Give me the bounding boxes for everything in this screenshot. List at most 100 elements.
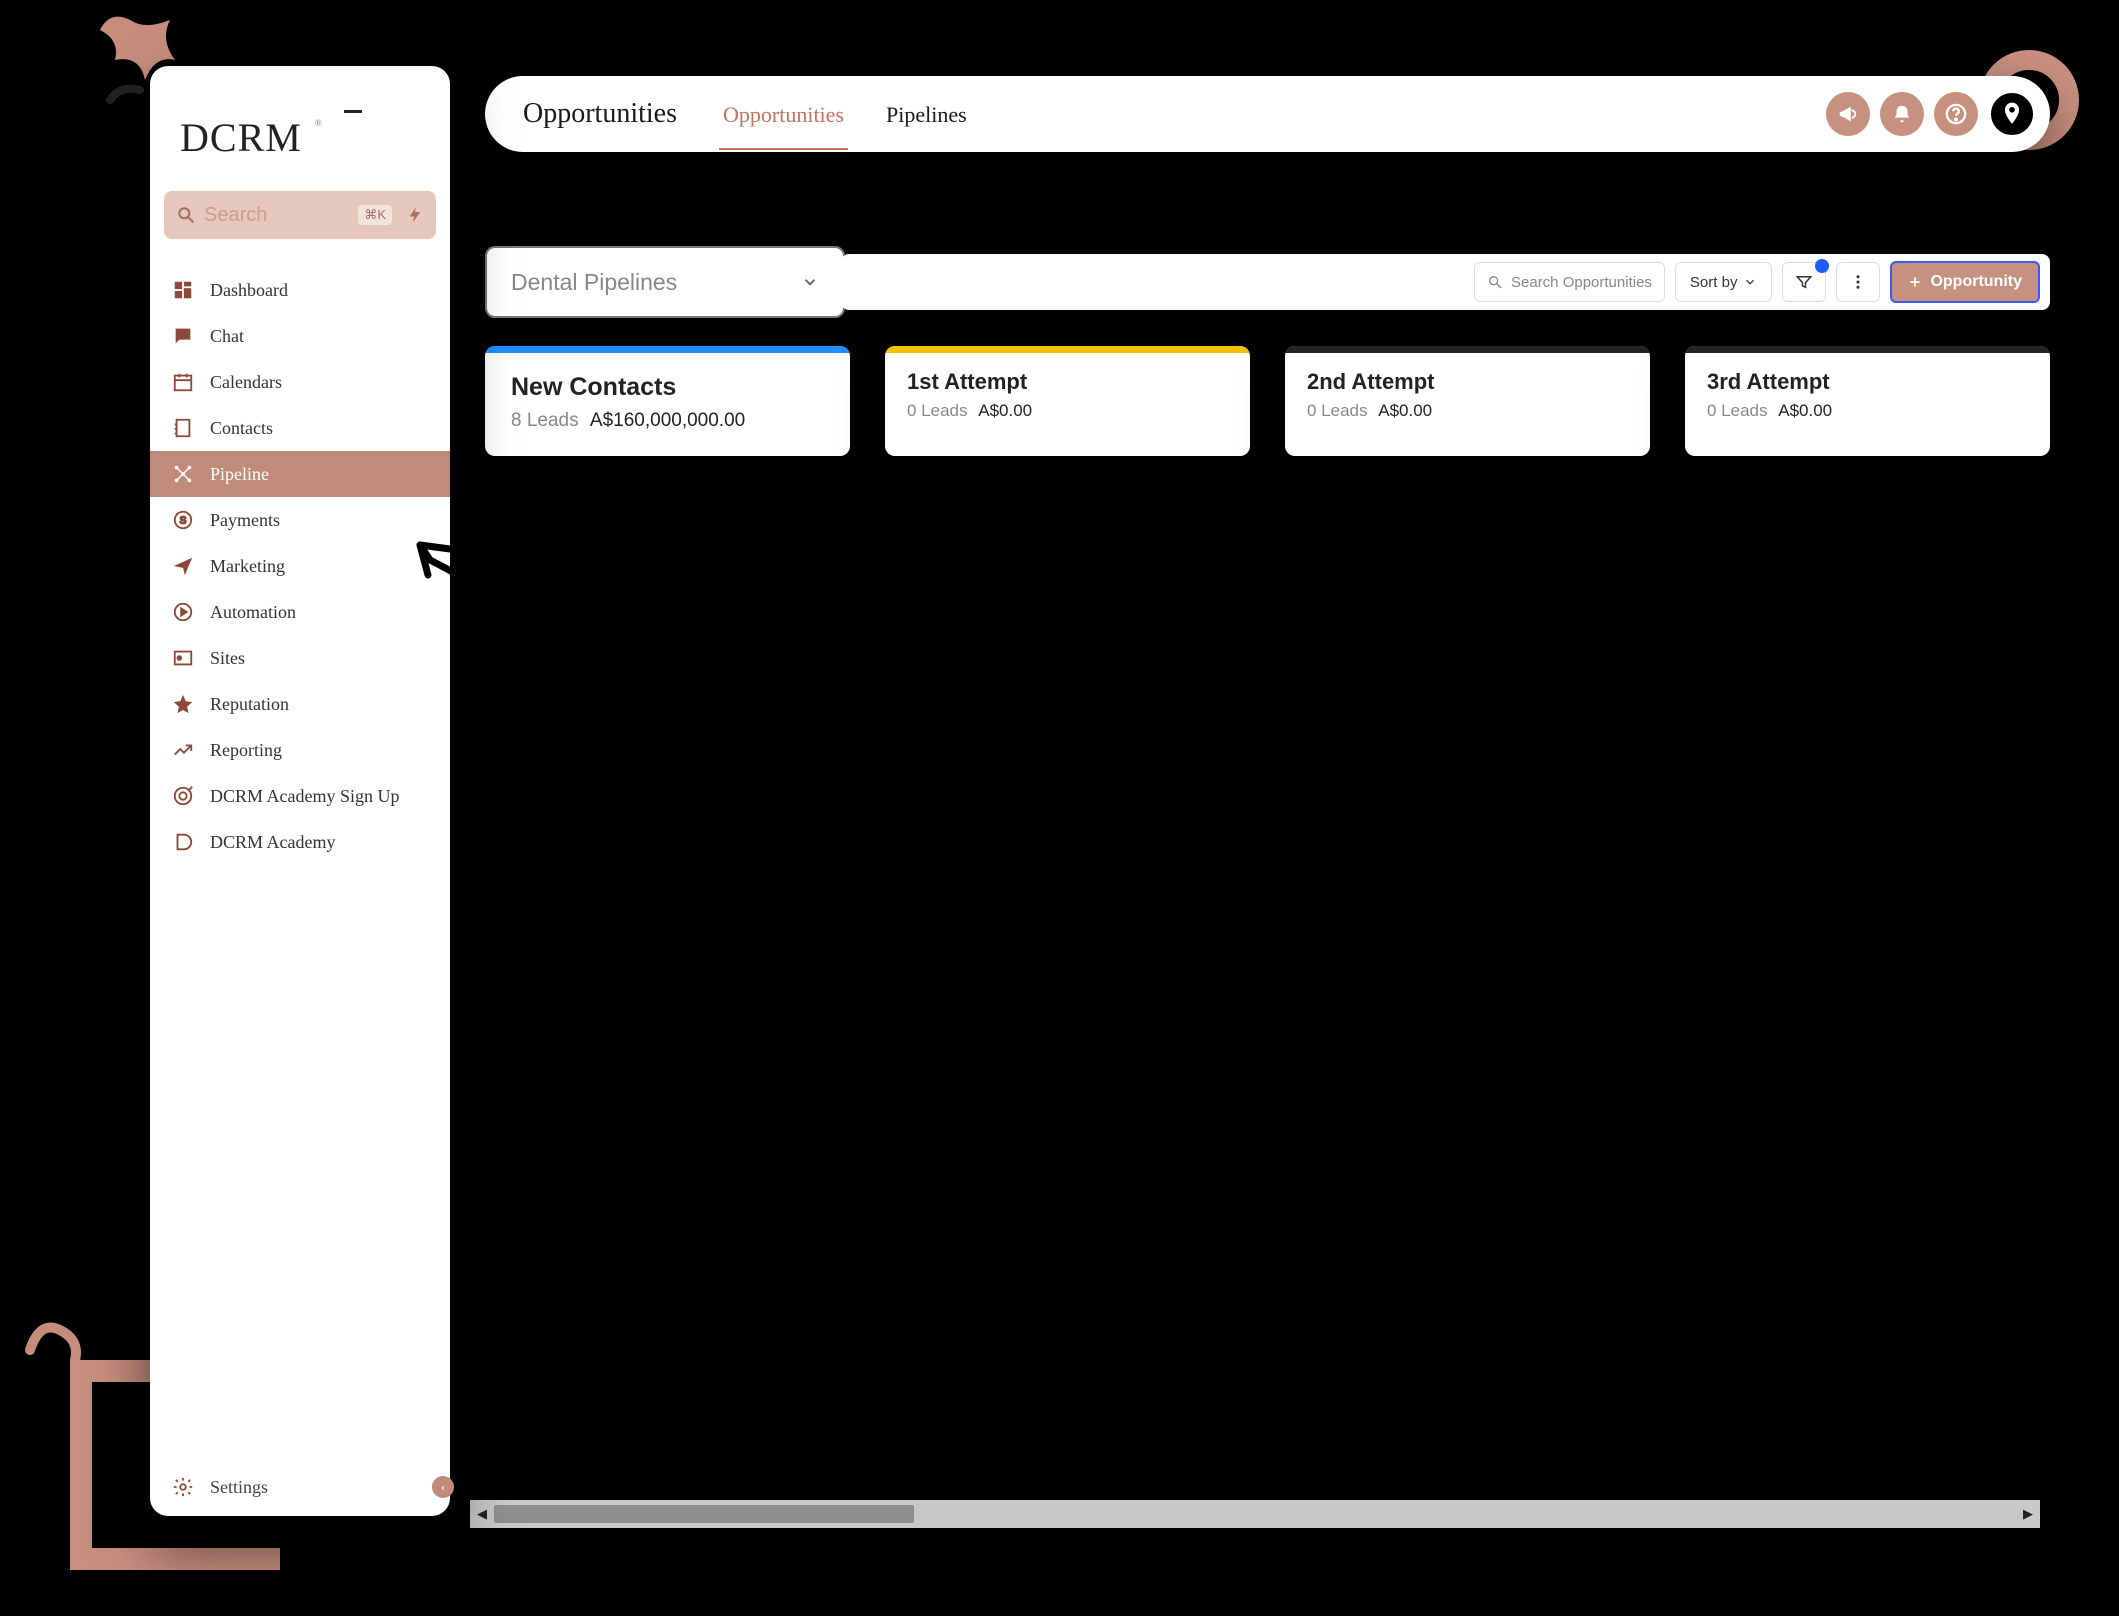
d-icon [172, 831, 194, 853]
sidebar-item-dashboard[interactable]: Dashboard [150, 267, 450, 313]
sidebar-item-label: Reputation [210, 694, 289, 715]
announcements-button[interactable] [1826, 92, 1870, 136]
toolbar-strip: Search Opportunities Sort by Opportunity [841, 254, 2050, 310]
sidebar-item-label: Reporting [210, 740, 282, 761]
sidebar-item-label: Calendars [210, 372, 282, 393]
sidebar-item-chat[interactable]: Chat [150, 313, 450, 359]
automation-icon [172, 601, 194, 623]
sidebar-item-contacts[interactable]: Contacts [150, 405, 450, 451]
global-search-input[interactable]: Search ⌘K [164, 191, 436, 239]
user-avatar[interactable] [1988, 90, 2036, 138]
plus-icon [1908, 275, 1922, 289]
add-opportunity-label: Opportunity [1930, 273, 2022, 291]
contacts-icon [172, 417, 194, 439]
avatar-icon [1995, 97, 2029, 131]
bell-icon [1891, 103, 1913, 125]
sidebar-collapse-button[interactable]: ‹ [432, 1476, 454, 1498]
pipeline-icon [172, 463, 194, 485]
stage-leads: 0 Leads [907, 401, 968, 420]
brand-text: DCRM [180, 115, 302, 160]
search-opportunities-placeholder: Search Opportunities [1511, 274, 1652, 291]
add-opportunity-button[interactable]: Opportunity [1890, 261, 2040, 303]
stage-card[interactable]: New Contacts 8 Leads A$160,000,000.00 [485, 346, 850, 456]
sidebar-item-label: Payments [210, 510, 280, 531]
toolbar: Dental Pipelines Search Opportunities So… [485, 246, 2050, 318]
search-opportunities-input[interactable]: Search Opportunities [1474, 262, 1665, 302]
bolt-icon [406, 206, 424, 224]
stage-value: A$0.00 [978, 401, 1032, 420]
pipeline-select-value: Dental Pipelines [511, 269, 677, 296]
chevron-down-icon [1743, 275, 1757, 289]
kebab-icon [1849, 273, 1867, 291]
sidebar-item-label: DCRM Academy Sign Up [210, 786, 400, 807]
payments-icon: S [172, 509, 194, 531]
sidebar-item-reporting[interactable]: Reporting [150, 727, 450, 773]
page-title: Opportunities [523, 98, 677, 130]
stage-leads: 0 Leads [1307, 401, 1368, 420]
stage-card[interactable]: 2nd Attempt 0 Leads A$0.00 [1285, 346, 1650, 456]
filter-icon [1795, 273, 1813, 291]
sort-by-button[interactable]: Sort by [1675, 262, 1773, 302]
sidebar-item-label: Sites [210, 648, 245, 669]
target-icon [172, 785, 194, 807]
stage-meta: 0 Leads A$0.00 [1307, 401, 1628, 421]
chat-icon [172, 325, 194, 347]
scroll-left-arrow[interactable]: ◀ [470, 1500, 494, 1528]
scrollbar-thumb[interactable] [494, 1505, 914, 1523]
megaphone-icon [1837, 103, 1859, 125]
stage-value: A$160,000,000.00 [590, 410, 745, 431]
marketing-icon [172, 555, 194, 577]
calendar-icon [172, 371, 194, 393]
pipeline-stages: New Contacts 8 Leads A$160,000,000.00 1s… [485, 346, 2050, 456]
stage-leads: 0 Leads [1707, 401, 1768, 420]
stage-name: 2nd Attempt [1307, 369, 1628, 395]
stage-name: 3rd Attempt [1707, 369, 2028, 395]
sidebar-item-label: Dashboard [210, 280, 288, 301]
hand-drawn-arrow [400, 525, 580, 725]
stage-value: A$0.00 [1378, 401, 1432, 420]
search-shortcut-badge: ⌘K [358, 205, 392, 225]
sidebar-nav: Dashboard Chat Calendars Contacts Pipeli… [150, 259, 450, 1458]
help-icon [1945, 103, 1967, 125]
filter-active-indicator [1815, 259, 1829, 273]
sidebar-item-academy-signup[interactable]: DCRM Academy Sign Up [150, 773, 450, 819]
stage-meta: 0 Leads A$0.00 [907, 401, 1228, 421]
search-icon [1487, 274, 1503, 290]
search-icon [176, 205, 196, 225]
dashboard-icon [172, 279, 194, 301]
gear-icon [172, 1476, 194, 1498]
help-button[interactable] [1934, 92, 1978, 136]
sidebar-item-label: Chat [210, 326, 244, 347]
filter-button[interactable] [1782, 262, 1826, 302]
stage-name: New Contacts [511, 373, 824, 402]
stage-card[interactable]: 3rd Attempt 0 Leads A$0.00 [1685, 346, 2050, 456]
sidebar-item-label: Marketing [210, 556, 285, 577]
chevron-down-icon [801, 273, 819, 291]
star-icon [172, 693, 194, 715]
sidebar-item-calendars[interactable]: Calendars [150, 359, 450, 405]
stage-value: A$0.00 [1778, 401, 1832, 420]
sidebar-item-label: Contacts [210, 418, 273, 439]
sidebar-item-pipeline[interactable]: Pipeline [150, 451, 450, 497]
tab-pipelines[interactable]: Pipelines [882, 78, 971, 150]
more-menu-button[interactable] [1836, 262, 1880, 302]
scroll-right-arrow[interactable]: ▶ [2016, 1500, 2040, 1528]
pipeline-select[interactable]: Dental Pipelines [485, 246, 845, 318]
stage-meta: 8 Leads A$160,000,000.00 [511, 410, 824, 432]
reporting-icon [172, 739, 194, 761]
horizontal-scrollbar[interactable]: ◀ ▶ [470, 1500, 2040, 1528]
header-tabs: Opportunities Pipelines [719, 78, 971, 150]
stage-card[interactable]: 1st Attempt 0 Leads A$0.00 [885, 346, 1250, 456]
sidebar: DCRM ® Search ⌘K Dashboard Chat Calendar… [150, 66, 450, 1516]
scrollbar-track[interactable] [494, 1500, 2016, 1528]
notifications-button[interactable] [1880, 92, 1924, 136]
sidebar-item-academy[interactable]: DCRM Academy [150, 819, 450, 865]
tab-opportunities[interactable]: Opportunities [719, 78, 848, 150]
sort-by-label: Sort by [1690, 274, 1738, 291]
settings-label: Settings [210, 1477, 268, 1498]
sidebar-item-label: Pipeline [210, 464, 269, 485]
stage-name: 1st Attempt [907, 369, 1228, 395]
sidebar-item-settings[interactable]: Settings ‹ [150, 1458, 450, 1516]
sites-icon [172, 647, 194, 669]
stage-leads: 8 Leads [511, 410, 579, 431]
